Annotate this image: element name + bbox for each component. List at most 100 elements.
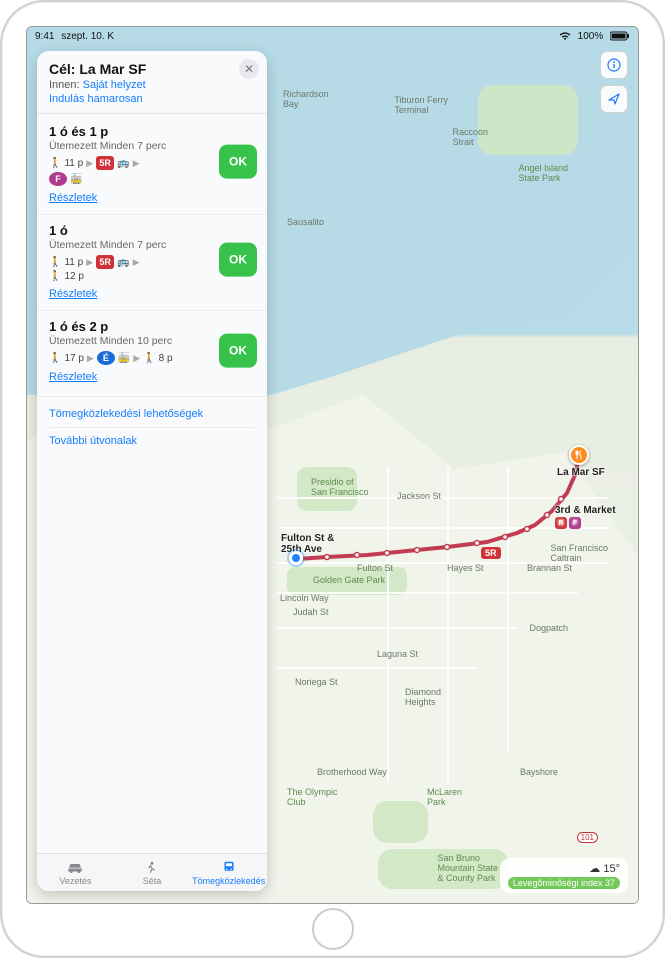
- chevron-right-icon: ▶: [133, 257, 140, 268]
- chevron-right-icon: ▶: [133, 158, 140, 169]
- route-details-link[interactable]: Részletek: [49, 288, 97, 300]
- map-label: The Olympic Club: [287, 787, 338, 807]
- walk-time: 11 p: [64, 158, 83, 169]
- cloud-icon: ☁︎: [589, 863, 600, 875]
- walk-icon: 🚶: [143, 353, 155, 364]
- map-label: San Francisco Caltrain: [550, 543, 608, 563]
- weather-aqi-badge[interactable]: ☁︎ 15° Levegőminőségi index 37: [500, 858, 628, 893]
- wifi-icon: [559, 31, 571, 42]
- walk-time: 11 p: [64, 257, 83, 268]
- walk-icon: 🚶: [49, 158, 61, 169]
- temperature: 15°: [603, 863, 620, 875]
- fork-knife-icon: [574, 450, 584, 460]
- route-option[interactable]: OK 1 ó és 2 p Ütemezett Minden 10 perc 🚶…: [37, 311, 267, 397]
- tab-transit[interactable]: Tömegközlekedés: [190, 854, 267, 891]
- destination-pin[interactable]: [569, 445, 589, 465]
- route-duration: 1 ó és 1 p: [49, 124, 255, 139]
- walk-icon: 🚶: [49, 257, 61, 268]
- location-arrow-icon: [607, 92, 621, 106]
- tab-label: Séta: [143, 876, 162, 886]
- chevron-right-icon: ▶: [133, 353, 140, 364]
- aqi-pill: Levegőminőségi index 37: [508, 877, 620, 889]
- tab-walk[interactable]: Séta: [114, 854, 191, 891]
- map-label: San Bruno Mountain State & County Park: [437, 853, 498, 883]
- battery-percent: 100%: [578, 31, 604, 42]
- map-label: Dogpatch: [529, 623, 568, 633]
- transport-mode-tabs: Vezetés Séta Tömegközlekedés: [37, 853, 267, 891]
- map-label: Golden Gate Park: [313, 575, 385, 585]
- status-bar: 9:41 szept. 10. K 100%: [27, 27, 638, 45]
- go-button[interactable]: OK: [219, 145, 257, 179]
- info-icon: [607, 58, 621, 72]
- tram-icon: 🚋: [70, 174, 82, 185]
- bus-icon: 🚌: [117, 257, 129, 268]
- chevron-right-icon: ▶: [86, 158, 93, 169]
- map-label: Raccoon Strait: [452, 127, 488, 147]
- map-label: Bayshore: [520, 767, 558, 777]
- route-list: OK 1 ó és 1 p Ütemezett Minden 7 perc 🚶 …: [37, 114, 267, 853]
- go-button[interactable]: OK: [219, 242, 257, 276]
- park-mclaren: [373, 801, 428, 843]
- from-location-link[interactable]: Saját helyzet: [83, 79, 146, 91]
- stop-transfer-badges: R F: [555, 517, 616, 529]
- map-label: Fulton St: [357, 563, 393, 573]
- walk-time: 8 p: [159, 353, 173, 364]
- destination-title: Cél: La Mar SF: [49, 61, 255, 77]
- map-label: Sausalito: [287, 217, 324, 227]
- leave-time-link[interactable]: Indulás hamarosan: [49, 93, 255, 105]
- stop-badge: R: [555, 517, 567, 529]
- chevron-right-icon: ▶: [86, 257, 93, 268]
- info-button[interactable]: [600, 51, 628, 79]
- from-label: Innen:: [49, 79, 80, 91]
- map-label: Brotherhood Way: [317, 767, 387, 777]
- map-label: Diamond Heights: [405, 687, 441, 707]
- map-label: Lincoln Way: [280, 593, 329, 603]
- home-button[interactable]: [312, 908, 354, 950]
- stop-origin-label: Fulton St & 25th Ave: [281, 533, 334, 555]
- route-details-link[interactable]: Részletek: [49, 371, 97, 383]
- transit-options-link[interactable]: Tömegközlekedési lehetőségek: [49, 401, 255, 428]
- route-option[interactable]: OK 1 ó és 1 p Ütemezett Minden 7 perc 🚶 …: [37, 116, 267, 215]
- map-label: Richardson Bay: [283, 89, 329, 109]
- map-label: Noriega St: [295, 677, 338, 687]
- tab-label: Tömegközlekedés: [192, 876, 265, 886]
- route-details-link[interactable]: Részletek: [49, 192, 97, 204]
- walk-icon: 🚶: [49, 353, 61, 364]
- close-button[interactable]: ✕: [239, 59, 259, 79]
- transit-icon: [220, 860, 238, 874]
- map-label: Brannan St: [527, 563, 572, 573]
- line-badge: 5R: [96, 156, 114, 170]
- tab-drive[interactable]: Vezetés: [37, 854, 114, 891]
- street: [277, 497, 608, 499]
- route-duration: 1 ó: [49, 223, 255, 238]
- close-icon: ✕: [244, 62, 254, 76]
- destination-label: La Mar SF: [557, 467, 605, 478]
- walk-time: 17 p: [64, 353, 83, 364]
- map-label: Presidio of San Francisco: [311, 477, 369, 497]
- highway-shield: 101: [577, 832, 598, 843]
- street: [507, 467, 509, 753]
- go-button[interactable]: OK: [219, 333, 257, 367]
- tram-icon: 🚋: [118, 353, 130, 364]
- route-option[interactable]: OK 1 ó Ütemezett Minden 7 perc 🚶 11 p ▶ …: [37, 215, 267, 311]
- map-label: Judah St: [293, 607, 329, 617]
- map-label: Angel Island State Park: [518, 163, 568, 183]
- street: [387, 467, 389, 783]
- route-line-badge: 5R: [481, 547, 501, 559]
- more-routes-link[interactable]: További útvonalak: [49, 428, 255, 454]
- route-duration: 1 ó és 2 p: [49, 319, 255, 334]
- map-label: McLaren Park: [427, 787, 462, 807]
- screen: 9:41 szept. 10. K 100%: [26, 26, 639, 904]
- card-extra-links: Tömegközlekedési lehetőségek További útv…: [37, 397, 267, 458]
- current-location-dot: [289, 551, 303, 565]
- map-controls: [600, 51, 628, 113]
- tab-label: Vezetés: [59, 876, 91, 886]
- locate-button[interactable]: [600, 85, 628, 113]
- park-angel-island: [478, 85, 578, 155]
- map-label: Jackson St: [397, 491, 441, 501]
- chevron-right-icon: ▶: [87, 353, 94, 364]
- ipad-frame: 9:41 szept. 10. K 100%: [0, 0, 665, 958]
- bus-icon: 🚌: [117, 158, 129, 169]
- stop-transfer-label: 3rd & Market R F: [555, 505, 616, 529]
- from-row: Innen: Saját helyzet: [49, 79, 255, 91]
